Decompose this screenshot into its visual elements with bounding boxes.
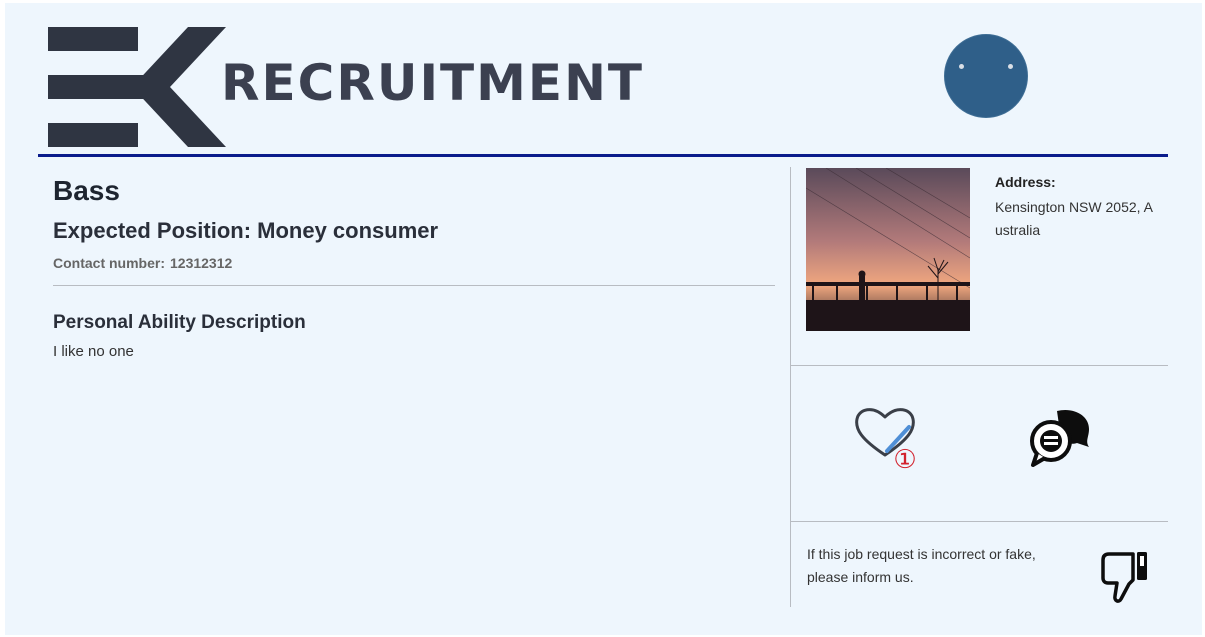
logo-text: RECRUITMENT <box>221 54 645 112</box>
avatar-eye-left <box>959 64 964 69</box>
profile-section: Bass Expected Position: Money consumer C… <box>53 173 775 361</box>
panel-divider-1 <box>791 365 1168 366</box>
candidate-name: Bass <box>53 175 120 206</box>
contact-label: Contact number: <box>53 255 165 271</box>
panel-divider-2 <box>791 521 1168 522</box>
report-message: If this job request is incorrect or fake… <box>807 546 1036 585</box>
ability-title: Personal Ability Description <box>53 312 306 333</box>
like-count: ① <box>893 444 917 474</box>
ability-description: I like no one <box>53 343 134 360</box>
avatar[interactable] <box>944 34 1028 118</box>
address-value: Kensington NSW 2052, Australia <box>995 199 1153 238</box>
chat-bubbles-icon <box>1030 409 1089 467</box>
logo[interactable]: RECRUITMENT <box>48 27 642 149</box>
page: RECRUITMENT Bass Expected Position: Mone… <box>5 3 1202 635</box>
avatar-eye-right <box>1008 64 1013 69</box>
report-button[interactable] <box>1099 548 1149 606</box>
profile-divider <box>53 285 775 286</box>
expected-position: Expected Position: Money consumer <box>53 218 439 243</box>
thumbs-down-icon <box>1101 552 1147 603</box>
ek-logo-mark <box>48 27 226 147</box>
contact-value: 12312312 <box>170 255 233 271</box>
contact-number: Contact number: 12312312 <box>53 254 775 272</box>
panel-divider <box>790 167 791 607</box>
header-divider <box>38 154 1168 157</box>
location-photo <box>806 168 970 331</box>
address-label: Address: <box>995 174 1056 190</box>
like-button[interactable]: ① <box>853 405 933 485</box>
chat-button[interactable] <box>1027 405 1093 471</box>
